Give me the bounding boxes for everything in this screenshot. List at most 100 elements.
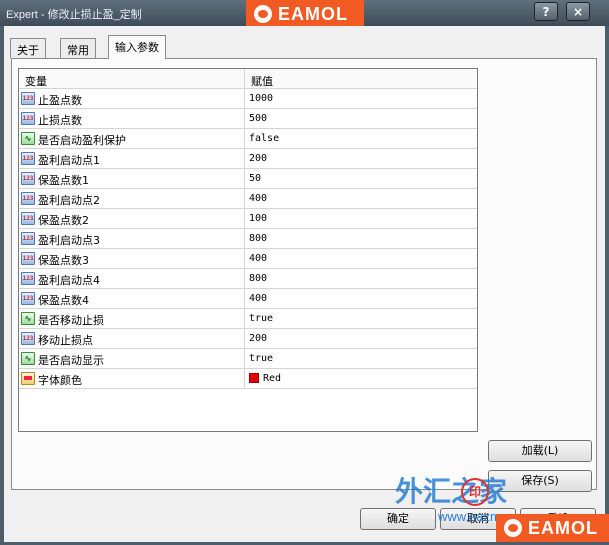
variable-name: 移动止损点 — [38, 334, 93, 347]
number-icon: 123 — [21, 332, 35, 345]
variable-value[interactable]: 200 — [249, 333, 267, 344]
variable-value[interactable]: true — [249, 313, 273, 324]
number-icon: 123 — [21, 152, 35, 165]
table-row[interactable]: 123 盈利启动点3 800 — [19, 229, 477, 249]
bool-icon: ∿ — [21, 352, 35, 365]
variable-value[interactable]: 50 — [249, 173, 261, 184]
expert-window: Expert - 修改止损止盈_定制 ? × EAMOL 关于 常用 输入参数 … — [0, 0, 609, 545]
variable-name: 盈利启动点4 — [38, 274, 100, 287]
load-button[interactable]: 加载(L) — [488, 440, 592, 462]
value-cell[interactable]: 400 — [245, 289, 477, 308]
variable-cell: 123 保盈点数1 — [19, 169, 245, 188]
number-icon: 123 — [21, 252, 35, 265]
variable-value[interactable]: true — [249, 353, 273, 364]
value-cell[interactable]: false — [245, 129, 477, 148]
variable-value[interactable]: 400 — [249, 253, 267, 264]
variable-cell: ∿ 是否启动盈利保护 — [19, 129, 245, 148]
value-cell[interactable]: 400 — [245, 249, 477, 268]
brand-logo-icon — [254, 5, 272, 23]
value-cell[interactable]: 400 — [245, 189, 477, 208]
table-row[interactable]: 123 盈利启动点4 800 — [19, 269, 477, 289]
help-button[interactable]: ? — [534, 2, 558, 21]
variable-cell: 123 保盈点数4 — [19, 289, 245, 308]
value-cell[interactable]: 800 — [245, 229, 477, 248]
number-icon: 123 — [21, 112, 35, 125]
number-icon: 123 — [21, 232, 35, 245]
number-icon: 123 — [21, 292, 35, 305]
column-header-variable[interactable]: 变量 — [25, 73, 47, 89]
window-title: Expert - 修改止损止盈_定制 — [6, 9, 142, 21]
brand-logo-bottom: EAMOL — [496, 514, 609, 542]
color-icon — [21, 372, 35, 385]
variable-name: 是否启动盈利保护 — [38, 134, 126, 147]
variable-value[interactable]: false — [249, 133, 279, 144]
table-row[interactable]: 123 盈利启动点1 200 — [19, 149, 477, 169]
tab-inputs[interactable]: 输入参数 — [108, 35, 166, 59]
variable-value[interactable]: 500 — [249, 113, 267, 124]
variable-name: 止盈点数 — [38, 94, 82, 107]
value-cell[interactable]: true — [245, 309, 477, 328]
column-header-value[interactable]: 赋值 — [251, 73, 273, 89]
variable-cell: 字体颜色 — [19, 369, 245, 388]
value-cell[interactable]: Red — [245, 369, 477, 388]
table-row[interactable]: 字体颜色 Red — [19, 369, 477, 389]
variable-value[interactable]: 1000 — [249, 93, 273, 104]
brand-name: EAMOL — [528, 518, 598, 538]
variable-name: 是否移动止损 — [38, 314, 104, 327]
table-row[interactable]: 123 保盈点数2 100 — [19, 209, 477, 229]
variable-cell: 123 保盈点数3 — [19, 249, 245, 268]
variable-value[interactable]: 400 — [249, 193, 267, 204]
watermark-text: 外汇之家 — [395, 476, 508, 507]
variable-cell: 123 盈利启动点2 — [19, 189, 245, 208]
variable-name: 是否启动显示 — [38, 354, 104, 367]
value-cell[interactable]: 100 — [245, 209, 477, 228]
value-cell[interactable]: 800 — [245, 269, 477, 288]
variable-value[interactable]: 400 — [249, 293, 267, 304]
variable-cell: ∿ 是否移动止损 — [19, 309, 245, 328]
table-row[interactable]: 123 保盈点数3 400 — [19, 249, 477, 269]
variable-value[interactable]: 800 — [249, 273, 267, 284]
close-button[interactable]: × — [566, 2, 590, 21]
variable-cell: 123 止损点数 — [19, 109, 245, 128]
variable-cell: 123 盈利启动点4 — [19, 269, 245, 288]
value-cell[interactable]: 50 — [245, 169, 477, 188]
variable-cell: 123 盈利启动点3 — [19, 229, 245, 248]
number-icon: 123 — [21, 192, 35, 205]
tab-common[interactable]: 常用 — [60, 38, 96, 58]
table-row[interactable]: 123 止盈点数 1000 — [19, 89, 477, 109]
tab-about[interactable]: 关于 — [10, 38, 46, 58]
variable-name: 保盈点数4 — [38, 294, 89, 307]
value-cell[interactable]: 1000 — [245, 89, 477, 108]
table-row[interactable]: ∿ 是否启动显示 true — [19, 349, 477, 369]
bool-icon: ∿ — [21, 132, 35, 145]
brand-logo: EAMOL — [246, 0, 364, 28]
ok-button[interactable]: 确定 — [360, 508, 436, 530]
table-row[interactable]: ∿ 是否启动盈利保护 false — [19, 129, 477, 149]
variable-name: 字体颜色 — [38, 374, 82, 387]
variable-name: 保盈点数2 — [38, 214, 89, 227]
variable-value[interactable]: 100 — [249, 213, 267, 224]
variable-cell: 123 盈利启动点1 — [19, 149, 245, 168]
value-cell[interactable]: 200 — [245, 149, 477, 168]
value-cell[interactable]: 500 — [245, 109, 477, 128]
brand-name: EAMOL — [278, 4, 348, 24]
color-swatch — [249, 373, 259, 383]
value-cell[interactable]: 200 — [245, 329, 477, 348]
variable-value[interactable]: 800 — [249, 233, 267, 244]
bool-icon: ∿ — [21, 312, 35, 325]
number-icon: 123 — [21, 272, 35, 285]
table-row[interactable]: ∿ 是否移动止损 true — [19, 309, 477, 329]
value-cell[interactable]: true — [245, 349, 477, 368]
table-row[interactable]: 123 盈利启动点2 400 — [19, 189, 477, 209]
table-row[interactable]: 123 止损点数 500 — [19, 109, 477, 129]
table-row[interactable]: 123 保盈点数4 400 — [19, 289, 477, 309]
variable-cell: 123 移动止损点 — [19, 329, 245, 348]
variable-value[interactable]: Red — [263, 373, 281, 384]
table-row[interactable]: 123 移动止损点 200 — [19, 329, 477, 349]
variable-value[interactable]: 200 — [249, 153, 267, 164]
variable-name: 保盈点数3 — [38, 254, 89, 267]
brand-logo-icon — [504, 519, 522, 537]
input-parameters-grid: 变量 赋值 123 止盈点数 1000 123 止损点数 500 ∿ 是否启动盈利保护 fals… — [18, 68, 478, 432]
variable-name: 保盈点数1 — [38, 174, 89, 187]
table-row[interactable]: 123 保盈点数1 50 — [19, 169, 477, 189]
